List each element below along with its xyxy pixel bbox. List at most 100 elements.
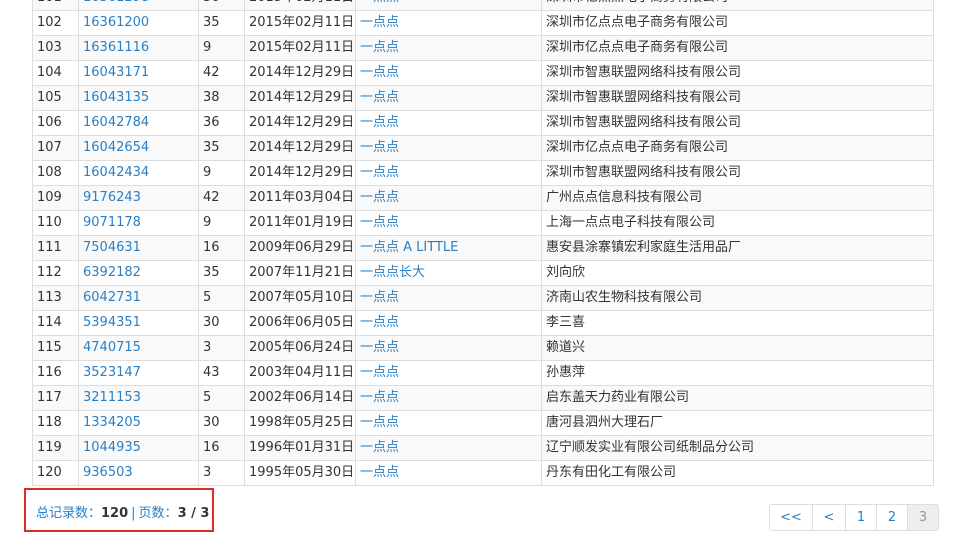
registration-number-link[interactable]: 16043135 xyxy=(83,90,149,105)
registration-number-link[interactable]: 3523147 xyxy=(83,365,141,380)
class-number-cell: 35 xyxy=(198,260,245,286)
trademark-name-link[interactable]: 一点点 xyxy=(360,340,399,355)
registration-number-link[interactable]: 6392182 xyxy=(83,265,141,280)
trademark-name-cell: 一点点长大 xyxy=(355,260,542,286)
trademark-name-link[interactable]: 一点点 xyxy=(360,215,399,230)
registration-number-link[interactable]: 16042434 xyxy=(83,165,149,180)
applicant-name: 深圳市亿点点电子商务有限公司 xyxy=(546,40,729,55)
application-date: 2015年02月11日 xyxy=(249,15,355,30)
class-number-cell: 42 xyxy=(198,60,245,86)
registration-number-link[interactable]: 7504631 xyxy=(83,240,141,255)
class-number: 5 xyxy=(203,390,212,405)
application-date-cell: 2011年01月19日 xyxy=(244,210,356,236)
application-date-cell: 2006年06月05日 xyxy=(244,310,356,336)
class-number: 35 xyxy=(203,15,220,30)
registration-number-cell: 16361116 xyxy=(78,35,199,61)
registration-number-link[interactable]: 16042784 xyxy=(83,115,149,130)
trademark-name-cell: 一点点 xyxy=(355,410,542,436)
application-date-cell: 2007年11月21日 xyxy=(244,260,356,286)
row-index: 116 xyxy=(37,365,62,380)
row-index-cell: 106 xyxy=(32,110,79,136)
trademark-name-link[interactable]: 一点点 xyxy=(360,415,399,430)
class-number-cell: 43 xyxy=(198,360,245,386)
trademark-name-link[interactable]: 一点点 xyxy=(360,65,399,80)
trademark-name-link[interactable]: 一点点 xyxy=(360,290,399,305)
class-number-cell: 9 xyxy=(198,160,245,186)
application-date-cell: 1996年01月31日 xyxy=(244,435,356,461)
table-row: 114 5394351 30 2006年06月05日 一点点 李三喜 xyxy=(32,310,934,336)
class-number: 38 xyxy=(203,90,220,105)
applicant-name: 深圳市智惠联盟网络科技有限公司 xyxy=(546,65,742,80)
prev-page-button[interactable]: < xyxy=(812,504,846,531)
page-3-button: 3 xyxy=(907,504,939,531)
trademark-name-link[interactable]: 一点点 xyxy=(360,140,399,155)
application-date-cell: 2003年04月11日 xyxy=(244,360,356,386)
registration-number-link[interactable]: 4740715 xyxy=(83,340,141,355)
class-number-cell: 5 xyxy=(198,385,245,411)
applicant-name: 启东盖天力药业有限公司 xyxy=(546,390,690,405)
trademark-results-table: 10116361298362015年02月11日一点点深圳市亿点点电子商务有限公… xyxy=(32,0,934,486)
registration-number-link[interactable]: 1334205 xyxy=(83,415,141,430)
applicant-name-cell: 深圳市智惠联盟网络科技有限公司 xyxy=(541,160,934,186)
registration-number-link[interactable]: 1044935 xyxy=(83,440,141,455)
class-number-cell: 35 xyxy=(198,135,245,161)
applicant-name: 深圳市亿点点电子商务有限公司 xyxy=(546,140,729,155)
trademark-name-link[interactable]: 一点点 xyxy=(360,390,399,405)
trademark-name-link[interactable]: 一点点 xyxy=(360,465,399,480)
row-index: 111 xyxy=(37,240,62,255)
registration-number-link[interactable]: 16043171 xyxy=(83,65,149,80)
page-2-button[interactable]: 2 xyxy=(876,504,908,531)
registration-number-link[interactable]: 16361116 xyxy=(83,40,149,55)
table-row: 104 16043171 42 2014年12月29日 一点点 深圳市智惠联盟网络科技有限… xyxy=(32,60,934,86)
trademark-name-link[interactable]: 一点点 xyxy=(360,165,399,180)
trademark-name-cell: 一点点 xyxy=(355,85,542,111)
registration-number-link[interactable]: 16361298 xyxy=(83,0,149,5)
trademark-name-cell: 一点点 xyxy=(355,385,542,411)
trademark-name-link[interactable]: 一点点 xyxy=(360,15,399,30)
trademark-name-link[interactable]: 一点点 xyxy=(360,90,399,105)
trademark-name-link[interactable]: 一点点 A LITTLE xyxy=(360,240,458,255)
applicant-name: 孙惠萍 xyxy=(546,365,586,380)
first-page-button[interactable]: << xyxy=(769,504,813,531)
trademark-name-link[interactable]: 一点点 xyxy=(360,190,399,205)
class-number: 9 xyxy=(203,165,212,180)
registration-number-link[interactable]: 6042731 xyxy=(83,290,141,305)
trademark-name-link[interactable]: 一点点 xyxy=(360,440,399,455)
row-index: 105 xyxy=(37,90,62,105)
applicant-name: 丹东有田化工有限公司 xyxy=(546,465,677,480)
applicant-name-cell: 深圳市亿点点电子商务有限公司 xyxy=(541,135,934,161)
application-date: 1995年05月30日 xyxy=(249,465,355,480)
trademark-name-link[interactable]: 一点点 xyxy=(360,40,399,55)
trademark-name-link[interactable]: 一点点 xyxy=(360,0,399,5)
row-index-cell: 104 xyxy=(32,60,79,86)
class-number-cell: 42 xyxy=(198,185,245,211)
registration-number-link[interactable]: 936503 xyxy=(83,465,133,480)
trademark-name-link[interactable]: 一点点 xyxy=(360,115,399,130)
row-index-cell: 101 xyxy=(32,0,79,11)
registration-number-link[interactable]: 5394351 xyxy=(83,315,141,330)
row-index: 115 xyxy=(37,340,62,355)
registration-number-link[interactable]: 3211153 xyxy=(83,390,141,405)
page-1-button[interactable]: 1 xyxy=(845,504,877,531)
registration-number-link[interactable]: 16361200 xyxy=(83,15,149,30)
trademark-name-cell: 一点点 xyxy=(355,335,542,361)
applicant-name: 广州点点信息科技有限公司 xyxy=(546,190,703,205)
application-date: 2014年12月29日 xyxy=(249,65,355,80)
application-date-cell: 1998年05月25日 xyxy=(244,410,356,436)
registration-number-cell: 16042784 xyxy=(78,110,199,136)
class-number-cell: 35 xyxy=(198,10,245,36)
row-index-cell: 109 xyxy=(32,185,79,211)
registration-number-link[interactable]: 9071178 xyxy=(83,215,141,230)
applicant-name: 惠安县涂寨镇宏利家庭生活用品厂 xyxy=(546,240,742,255)
trademark-name-link[interactable]: 一点点长大 xyxy=(360,265,425,280)
registration-number-link[interactable]: 9176243 xyxy=(83,190,141,205)
applicant-name-cell: 刘向欣 xyxy=(541,260,934,286)
registration-number-link[interactable]: 16042654 xyxy=(83,140,149,155)
row-index: 112 xyxy=(37,265,62,280)
application-date-cell: 2015年02月11日 xyxy=(244,35,356,61)
trademark-name-link[interactable]: 一点点 xyxy=(360,365,399,380)
class-number: 30 xyxy=(203,415,220,430)
application-date: 2014年12月29日 xyxy=(249,90,355,105)
trademark-name-link[interactable]: 一点点 xyxy=(360,315,399,330)
table-row: 117 3211153 5 2002年06月14日 一点点 启东盖天力药业有限公司 xyxy=(32,385,934,411)
